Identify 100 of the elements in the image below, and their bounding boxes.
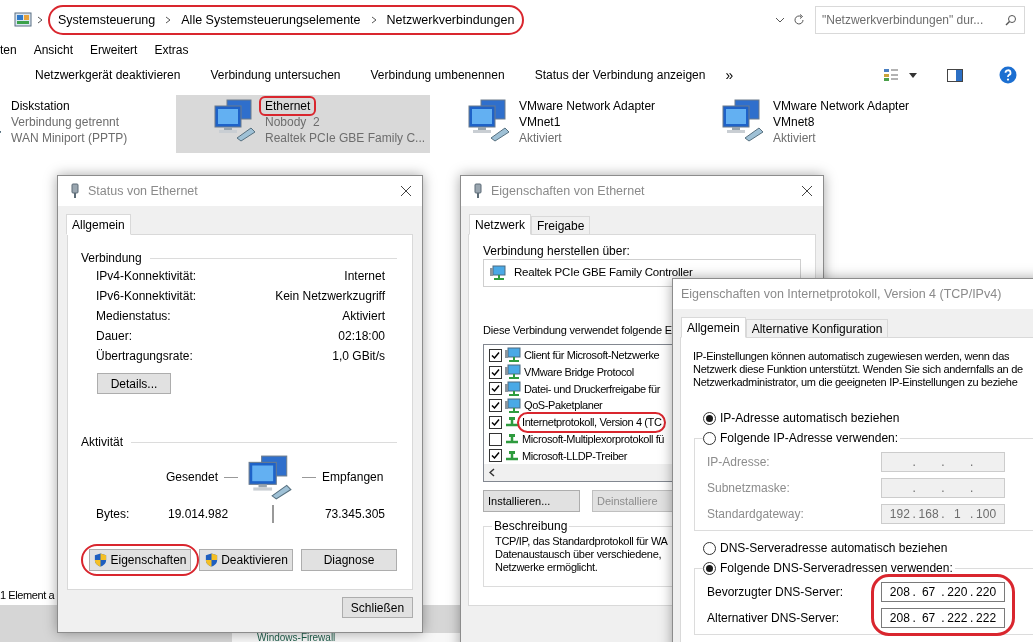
radio-button[interactable]	[703, 561, 716, 575]
window-title: Eigenschaften von Internetprotokoll, Version 4 (TCP/IPv4)	[681, 285, 1002, 303]
refresh-icon[interactable]	[793, 14, 805, 26]
field-label: Standardgateway:	[707, 506, 805, 523]
button[interactable]: Details...	[97, 373, 171, 394]
close-icon[interactable]	[801, 185, 813, 197]
checkbox[interactable]	[489, 382, 502, 396]
field-label: Alternativer DNS-Server:	[707, 610, 841, 627]
scroll-left-icon[interactable]	[489, 468, 495, 478]
preview-pane-icon[interactable]	[947, 68, 963, 82]
breadcrumb[interactable]: Alle Systemsteuerungselemente	[181, 10, 361, 30]
button[interactable]: Deaktivieren	[199, 549, 293, 571]
window-title: Eigenschaften von Ethernet	[491, 182, 646, 200]
group-heading: Beschreibung	[493, 518, 569, 535]
radio-button[interactable]	[703, 431, 716, 445]
more-button[interactable]: »	[725, 64, 734, 86]
shield-icon	[93, 552, 109, 568]
view-options-icon[interactable]	[883, 68, 899, 82]
field-label: Verbindung herstellen über:	[483, 243, 630, 258]
network-adapter-icon	[490, 265, 506, 281]
tab[interactable]: Allgemein	[681, 317, 746, 338]
connection-item[interactable]: VMware Network Adapter VMnet8 Aktiviert	[684, 95, 938, 153]
shield-icon	[204, 552, 220, 568]
menu-item[interactable]: Erweitert	[90, 41, 138, 59]
connection-name: Diskstation	[11, 98, 70, 114]
list-item[interactable]: Microsoft-LLDP-Treiber	[522, 447, 628, 465]
window-title: Status von Ethernet	[88, 182, 199, 200]
button[interactable]: Schließen	[342, 597, 413, 618]
radio-label[interactable]: IP-Adresse automatisch beziehen	[720, 409, 900, 427]
close-icon[interactable]	[400, 185, 412, 197]
field-label: Übertragungsrate:	[96, 348, 193, 365]
list-item[interactable]: Internetprotokoll, Version 4 (TC	[517, 412, 667, 433]
field-label: Bevorzugter DNS-Server:	[707, 584, 845, 601]
radio-button[interactable]	[703, 541, 716, 555]
checkbox[interactable]	[489, 399, 502, 413]
tab[interactable]: Alternative Konfiguration	[745, 319, 889, 338]
checkbox[interactable]	[489, 415, 502, 429]
list-item[interactable]: Datei- und Druckerfreigabe für	[524, 380, 660, 398]
list-item[interactable]: QoS-Paketplaner	[524, 397, 603, 414]
tab[interactable]: Allgemein	[66, 214, 131, 235]
connection-name: VMware Network Adapter VMnet1	[519, 98, 657, 130]
connection-item[interactable]: VMware Network Adapter VMnet1 Aktiviert	[430, 95, 684, 153]
field-label: IP-Adresse:	[707, 454, 771, 471]
field-label: Diese Verbindung verwendet folgende E	[483, 323, 672, 338]
help-icon[interactable]	[999, 66, 1017, 84]
field-label: IPv6-Konnektivität:	[96, 288, 197, 305]
description-text: TCP/IP, das Standardprotokoll für WA Datenaustausch über verschiedene, Netzwerke ermöglicht.	[495, 535, 668, 574]
tab[interactable]: Freigabe	[531, 216, 591, 235]
list-item[interactable]: Microsoft-Multiplexorprotokoll fü	[522, 430, 665, 448]
network-protocol-icon	[505, 448, 519, 463]
control-panel-icon[interactable]	[14, 11, 32, 29]
connection-item[interactable]: Ethernet Nobody 2 Realtek PCIe GBE Family C...	[176, 95, 430, 153]
toolbar-button[interactable]: Status der Verbindung anzeigen	[534, 66, 706, 84]
menu-item[interactable]: Ansicht	[33, 41, 74, 59]
breadcrumb[interactable]: Netzwerkverbindungen	[386, 10, 515, 30]
connection-detail: Realtek PCIe GBE Family C...	[265, 130, 425, 146]
button[interactable]: Eigenschaften	[89, 549, 191, 571]
toolbar-button[interactable]: Netzwerkgerät deaktivieren	[35, 66, 181, 84]
menu-item[interactable]: ten	[0, 41, 17, 59]
connection-detail: Nobody 2	[265, 114, 321, 130]
plug-icon	[70, 183, 80, 199]
list-item[interactable]: Client für Microsoft-Netzwerke	[524, 347, 660, 364]
ip-address-field[interactable]: 208 . 67 . 220 . 220	[881, 582, 1005, 602]
breadcrumb[interactable]: Systemsteuerung	[58, 10, 156, 30]
checkbox[interactable]	[489, 365, 502, 379]
checkbox[interactable]	[489, 449, 502, 463]
link[interactable]: Windows-Firewall	[257, 633, 336, 642]
radio-label[interactable]: DNS-Serveradresse automatisch beziehen	[720, 539, 948, 557]
search-icon[interactable]	[1005, 14, 1017, 26]
received-label: Empfangen	[322, 469, 384, 486]
field-value: Aktiviert	[342, 308, 385, 325]
status-text: 1 Element a	[0, 587, 55, 603]
plug-icon	[473, 183, 483, 199]
group-heading: Aktivität	[81, 434, 123, 451]
network-service-icon	[505, 397, 521, 414]
button[interactable]: Diagnose	[301, 549, 397, 571]
search-field[interactable]: "Netzwerkverbindungen" dur...	[815, 6, 1025, 34]
menu-item[interactable]: Extras	[154, 41, 189, 59]
sent-label: Gesendet	[166, 469, 219, 486]
list-item[interactable]: VMware Bridge Protocol	[524, 363, 634, 381]
connection-name: Ethernet	[259, 96, 317, 116]
tab[interactable]: Netzwerk	[469, 214, 531, 235]
chevron-icon	[370, 16, 377, 24]
radio-button[interactable]	[703, 411, 716, 425]
button[interactable]: Installieren...	[483, 490, 580, 512]
connection-detail: Aktiviert	[773, 130, 817, 146]
toolbar-button[interactable]: Verbindung untersuchen	[210, 66, 341, 84]
ip-address-field[interactable]: 208 . 67 . 222 . 222	[881, 608, 1005, 628]
connection-item[interactable]: Diskstation Verbindung getrennt WAN Miniport (PPTP)	[0, 95, 176, 153]
chevron-icon	[165, 16, 172, 24]
dropdown-icon[interactable]	[909, 72, 917, 78]
toolbar-button[interactable]: Verbindung umbenennen	[370, 66, 505, 84]
connection-detail: WAN Miniport (PPTP)	[11, 130, 129, 146]
bytes-sent: 19.014.982	[168, 506, 230, 523]
field-label: IPv4-Konnektivität:	[96, 268, 197, 285]
bytes-label: Bytes:	[96, 506, 131, 523]
dropdown-icon[interactable]	[775, 17, 785, 23]
checkbox[interactable]	[489, 432, 502, 446]
network-service-icon	[505, 380, 521, 397]
checkbox[interactable]	[489, 348, 502, 362]
